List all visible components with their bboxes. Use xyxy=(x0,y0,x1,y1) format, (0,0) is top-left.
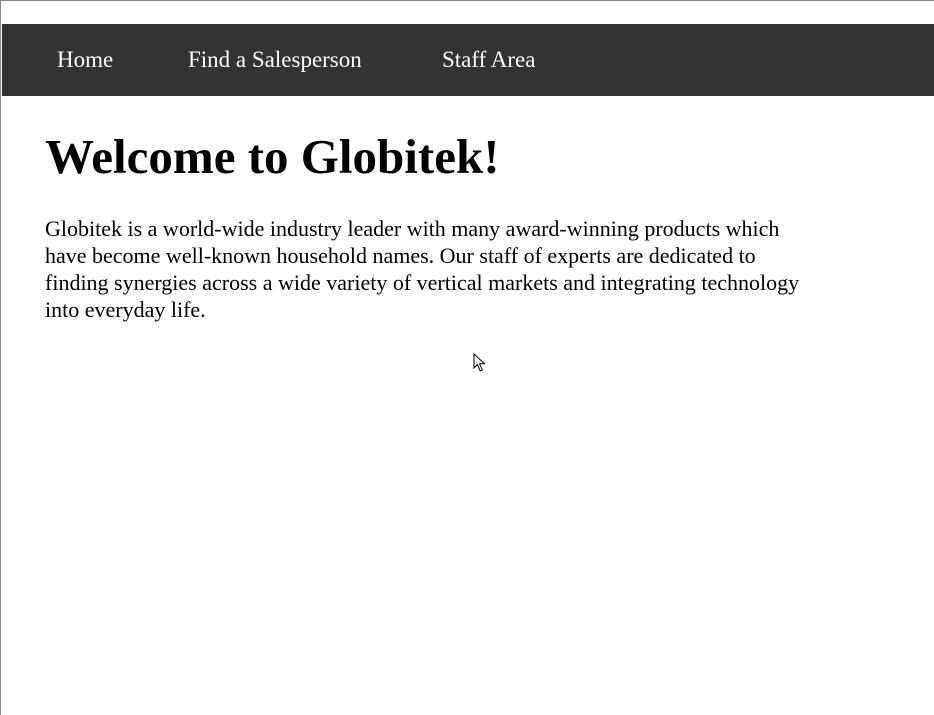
nav-link-staff-area[interactable]: Staff Area xyxy=(442,24,535,96)
nav-link-find-salesperson[interactable]: Find a Salesperson xyxy=(188,24,362,96)
browser-viewport: Home Find a Salesperson Staff Area Welco… xyxy=(0,0,934,715)
main-navigation: Home Find a Salesperson Staff Area xyxy=(2,24,934,96)
page-title: Welcome to Globitek! xyxy=(45,129,500,184)
intro-paragraph: Globitek is a world-wide industry leader… xyxy=(45,216,800,322)
mouse-pointer-icon xyxy=(473,353,486,372)
nav-link-home[interactable]: Home xyxy=(57,24,113,96)
